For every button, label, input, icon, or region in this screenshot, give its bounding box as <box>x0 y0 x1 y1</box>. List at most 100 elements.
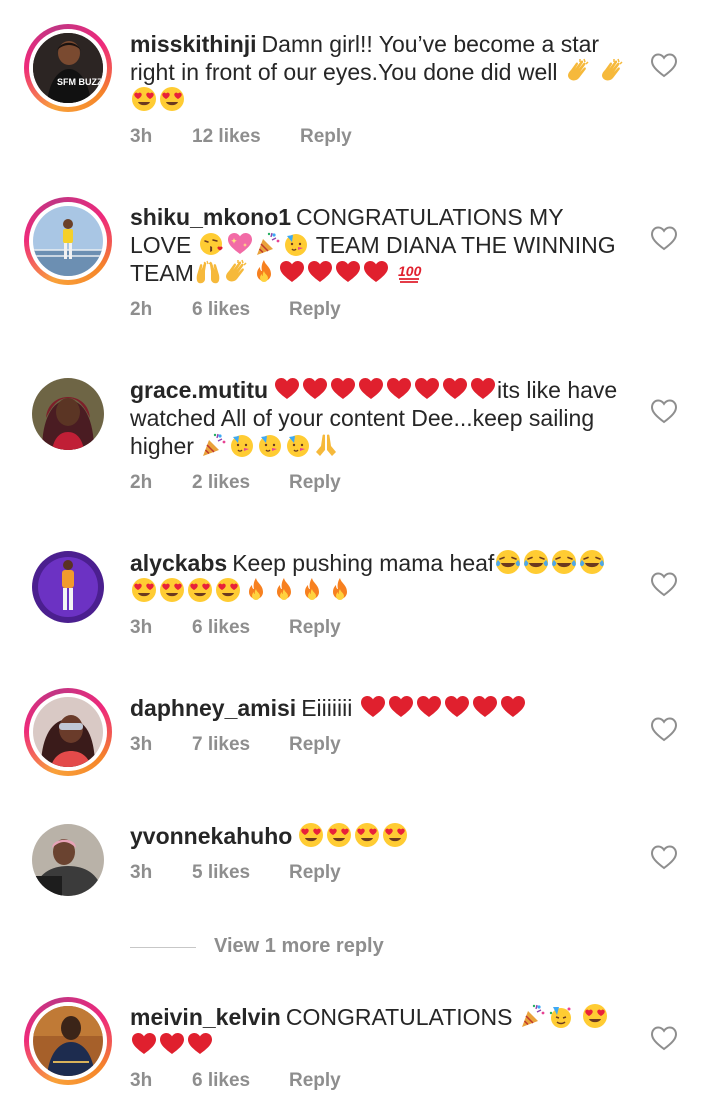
red-heart-icon <box>302 376 328 402</box>
heart-eyes-icon <box>215 577 241 603</box>
comment-username[interactable]: yvonnekahuho <box>130 823 292 849</box>
heart-outline-icon[interactable] <box>650 844 678 870</box>
fire-icon <box>299 577 325 603</box>
comment-username[interactable]: shiku_mkono1 <box>130 204 291 230</box>
comment-likes[interactable]: 5 likes <box>192 862 289 884</box>
avatar[interactable] <box>24 197 112 285</box>
heart-eyes-icon <box>187 577 213 603</box>
sparkling-heart-icon <box>227 231 253 257</box>
avatar[interactable] <box>24 997 112 1085</box>
party-popper-icon <box>255 231 281 257</box>
heart-outline-icon[interactable] <box>650 571 678 597</box>
joy-icon <box>579 549 605 575</box>
comment-meta: 3h 12 likes Reply <box>130 126 352 148</box>
heart-eyes-icon <box>354 822 380 848</box>
comment-body: Eiiiiiii <box>301 695 353 721</box>
comment-time: 2h <box>130 472 153 493</box>
comment-likes[interactable]: 6 likes <box>192 617 289 639</box>
comment-text: yvonnekahuho <box>130 822 630 850</box>
heart-eyes-icon <box>159 577 185 603</box>
avatar[interactable] <box>24 816 112 904</box>
avatar[interactable] <box>24 370 112 458</box>
comment-meta: 3h 6 likes Reply <box>130 617 341 639</box>
comment-username[interactable]: misskithinji <box>130 31 257 57</box>
clap-icon <box>599 58 625 84</box>
heart-eyes-icon <box>382 822 408 848</box>
comment-likes[interactable]: 12 likes <box>192 126 300 148</box>
reply-button[interactable]: Reply <box>289 1070 341 1092</box>
raised-hands-icon <box>195 259 221 285</box>
comment-likes[interactable]: 6 likes <box>192 1070 289 1092</box>
comment-username[interactable]: alyckabs <box>130 550 227 576</box>
party-face-icon <box>229 432 255 458</box>
red-heart-icon <box>335 259 361 285</box>
reply-button[interactable]: Reply <box>289 862 341 884</box>
red-heart-icon <box>416 694 442 720</box>
red-heart-icon <box>330 376 356 402</box>
heart-outline-icon[interactable] <box>650 716 678 742</box>
comment-username[interactable]: grace.mutitu <box>130 377 268 403</box>
comment-likes[interactable]: 7 likes <box>192 734 289 756</box>
avatar-photo <box>32 378 104 450</box>
comment-username[interactable]: meivin_kelvin <box>130 1004 281 1030</box>
red-heart-icon <box>414 376 440 402</box>
red-heart-icon <box>386 376 412 402</box>
comment-body: CONGRATULATIONS <box>285 1004 513 1030</box>
fire-icon <box>251 259 277 285</box>
heart-outline-icon[interactable] <box>650 1025 678 1051</box>
fire-icon <box>327 577 353 603</box>
red-heart-icon <box>187 1031 213 1057</box>
reply-button[interactable]: Reply <box>289 472 341 494</box>
reply-button[interactable]: Reply <box>300 126 352 148</box>
heart-eyes-icon <box>582 1003 608 1029</box>
red-heart-icon <box>131 1031 157 1057</box>
red-heart-icon <box>442 376 468 402</box>
comment-text: shiku_mkono1 CONGRATULATIONS MY LOVE TEAM… <box>130 203 630 287</box>
joy-icon <box>551 549 577 575</box>
red-heart-icon <box>159 1031 185 1057</box>
heart-outline-icon[interactable] <box>650 398 678 424</box>
hundred-icon <box>397 259 423 285</box>
comment-meta: 2h 6 likes Reply <box>130 299 341 321</box>
kiss-icon <box>199 231 225 257</box>
reply-button[interactable]: Reply <box>289 299 341 321</box>
party-popper-icon <box>520 1003 546 1029</box>
party-popper-icon <box>201 432 227 458</box>
comment-meta: 3h 7 likes Reply <box>130 734 341 756</box>
red-heart-icon <box>363 259 389 285</box>
red-heart-icon <box>500 694 526 720</box>
avatar[interactable] <box>24 688 112 776</box>
reply-button[interactable]: Reply <box>289 617 341 639</box>
avatar[interactable] <box>24 543 112 631</box>
party-face-icon <box>548 1003 574 1029</box>
red-heart-icon <box>274 376 300 402</box>
comment-likes[interactable]: 6 likes <box>192 299 289 321</box>
heart-outline-icon[interactable] <box>650 52 678 78</box>
clap-icon <box>565 58 591 84</box>
red-heart-icon <box>472 694 498 720</box>
comment-meta: 2h 2 likes Reply <box>130 472 341 494</box>
heart-eyes-icon <box>159 86 185 112</box>
view-more-replies-label[interactable]: View 1 more reply <box>214 935 384 958</box>
avatar-photo <box>33 1006 103 1076</box>
comment-time: 3h <box>130 617 153 638</box>
avatar[interactable]: SFM BUZZ <box>24 24 112 112</box>
avatar-photo <box>33 206 103 276</box>
comment-text: misskithinji Damn girl!! You’ve become a … <box>130 30 630 114</box>
comment-text: daphney_amisi Eiiiiiii <box>130 694 630 722</box>
heart-outline-icon[interactable] <box>650 225 678 251</box>
avatar-photo: SFM BUZZ <box>33 33 103 103</box>
reply-button[interactable]: Reply <box>289 734 341 756</box>
fire-icon <box>243 577 269 603</box>
heart-eyes-icon <box>298 822 324 848</box>
comment-username[interactable]: daphney_amisi <box>130 695 296 721</box>
party-face-icon <box>283 231 309 257</box>
comment-body: Keep pushing mama heaf <box>232 550 495 576</box>
red-heart-icon <box>444 694 470 720</box>
comment-likes[interactable]: 2 likes <box>192 472 289 494</box>
joy-icon <box>523 549 549 575</box>
comment-meta: 3h 6 likes Reply <box>130 1070 341 1092</box>
divider <box>130 947 196 948</box>
comment-text: alyckabs Keep pushing mama heaf <box>130 549 630 605</box>
heart-eyes-icon <box>131 86 157 112</box>
